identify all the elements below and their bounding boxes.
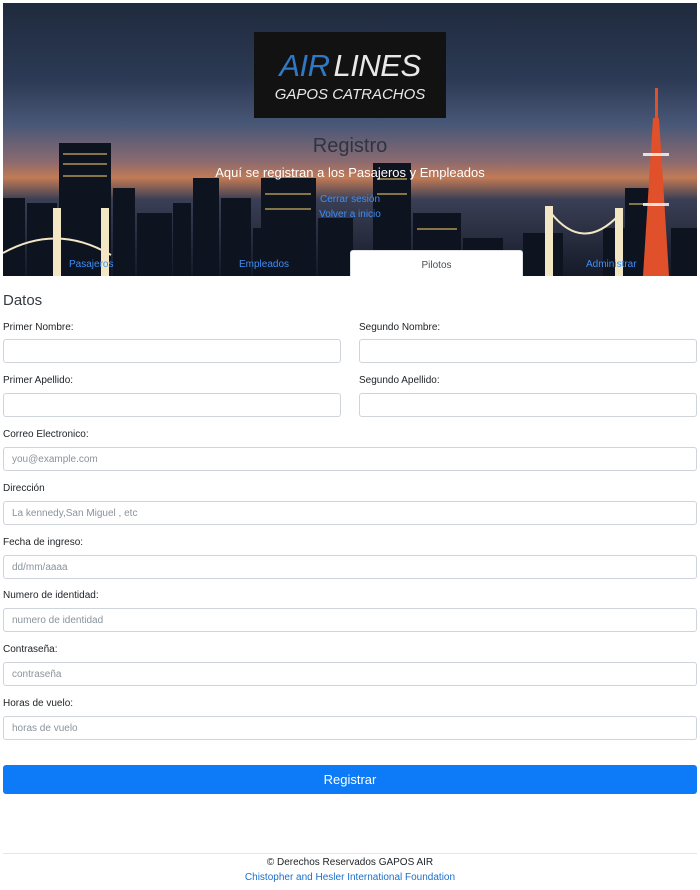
address-field[interactable] — [3, 501, 697, 525]
second-lastname-input[interactable] — [359, 393, 697, 417]
first-lastname-label: Primer Apellido: — [3, 375, 74, 386]
section-title: Datos — [3, 292, 43, 309]
hero-banner: AIR LINES GAPOS CATRACHOS Registro Aquí s… — [3, 3, 697, 276]
tab-administrar[interactable]: Administrar — [586, 259, 637, 270]
first-name-label: Primer Nombre: — [3, 322, 74, 333]
logo-word-lines: LINES — [333, 48, 422, 83]
start-date-label: Fecha de ingreso: — [3, 537, 84, 548]
tab-empleados[interactable]: Empleados — [239, 259, 289, 270]
tab-pilotos[interactable]: Pilotos — [350, 250, 523, 276]
airlines-logo: AIR LINES GAPOS CATRACHOS — [254, 32, 446, 118]
password-label: Contraseña: — [3, 644, 58, 655]
first-name-input[interactable] — [3, 339, 341, 363]
footer-divider — [3, 853, 697, 854]
id-number-field[interactable] — [3, 608, 697, 632]
flight-hours-label: Horas de vuelo: — [3, 698, 74, 709]
flight-hours-field[interactable] — [3, 716, 697, 740]
second-name-input[interactable] — [359, 339, 697, 363]
register-button[interactable]: Registrar — [3, 765, 697, 794]
footer-copyright: © Derechos Reservados GAPOS AIR — [266, 857, 434, 868]
password-field[interactable] — [3, 662, 697, 686]
home-link[interactable]: Volver a inicio — [3, 209, 697, 220]
id-number-label: Numero de identidad: — [3, 590, 99, 601]
footer-credit-link[interactable]: Chistopher and Hesler International Foun… — [0, 872, 700, 883]
logout-link[interactable]: Cerrar sesión — [3, 194, 697, 205]
page-subtitle: Aquí se registran a los Pasajeros y Empl… — [215, 165, 485, 180]
address-label: Dirección — [3, 483, 45, 494]
email-label: Correo Electronico: — [3, 429, 89, 440]
logo-tagline: GAPOS CATRACHOS — [274, 86, 426, 103]
tab-pasajeros[interactable]: Pasajeros — [69, 259, 113, 270]
logo-title: AIR LINES — [254, 48, 446, 84]
second-lastname-label: Segundo Apellido: — [359, 375, 440, 386]
first-lastname-input[interactable] — [3, 393, 341, 417]
page-title: Registro — [312, 135, 388, 157]
second-name-label: Segundo Nombre: — [359, 322, 441, 333]
start-date-field[interactable] — [3, 555, 697, 579]
email-field[interactable] — [3, 447, 697, 471]
logo-word-air: AIR — [279, 48, 330, 83]
